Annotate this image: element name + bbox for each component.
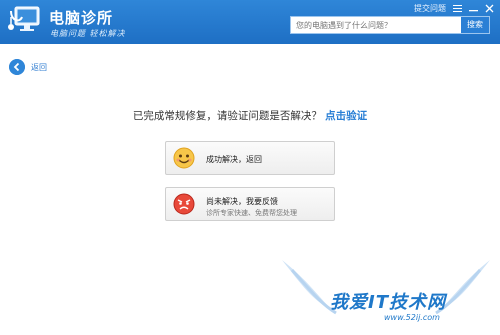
app-header: 电脑诊所 电脑问题 轻松解决 提交问题 搜索 [0, 0, 500, 44]
search-input[interactable] [291, 17, 461, 33]
menu-icon[interactable] [453, 4, 462, 13]
search-button[interactable]: 搜索 [461, 17, 489, 33]
back-link[interactable]: 返回 [31, 62, 47, 73]
question-text: 已完成常规修复，请验证问题是否解决？ [132, 110, 322, 122]
app-title: 电脑诊所 [49, 9, 114, 27]
close-icon[interactable] [485, 4, 494, 13]
happy-face-icon [173, 147, 195, 169]
solved-button[interactable]: 成功解决，返回 [165, 141, 335, 175]
submit-question-link[interactable]: 提交问题 [414, 3, 446, 14]
stethoscope-monitor-logo-icon [8, 6, 40, 31]
minimize-icon[interactable] [469, 4, 478, 13]
watermark-url: www.52ij.com [384, 313, 440, 322]
window-controls: 提交问题 [414, 2, 494, 14]
site-watermark: 我爱IT技术网 www.52ij.com [272, 255, 500, 335]
back-arrow-icon[interactable] [9, 59, 25, 75]
unsolved-feedback-button[interactable]: 尚未解决，我要反馈 诊所专家快速、免费帮您处理 [165, 187, 335, 221]
unsolved-label: 尚未解决，我要反馈 [206, 197, 278, 206]
unsolved-subtitle: 诊所专家快速、免费帮您处理 [206, 209, 297, 217]
watermark-title: 我爱IT技术网 [330, 292, 446, 313]
angry-face-icon [173, 193, 195, 215]
search-box: 搜索 [290, 16, 490, 34]
solved-label: 成功解决，返回 [206, 155, 262, 164]
verify-question: 已完成常规修复，请验证问题是否解决？ 点击验证 [0, 108, 500, 123]
app-slogan: 电脑问题 轻松解决 [50, 29, 126, 38]
click-verify-link[interactable]: 点击验证 [325, 110, 367, 122]
